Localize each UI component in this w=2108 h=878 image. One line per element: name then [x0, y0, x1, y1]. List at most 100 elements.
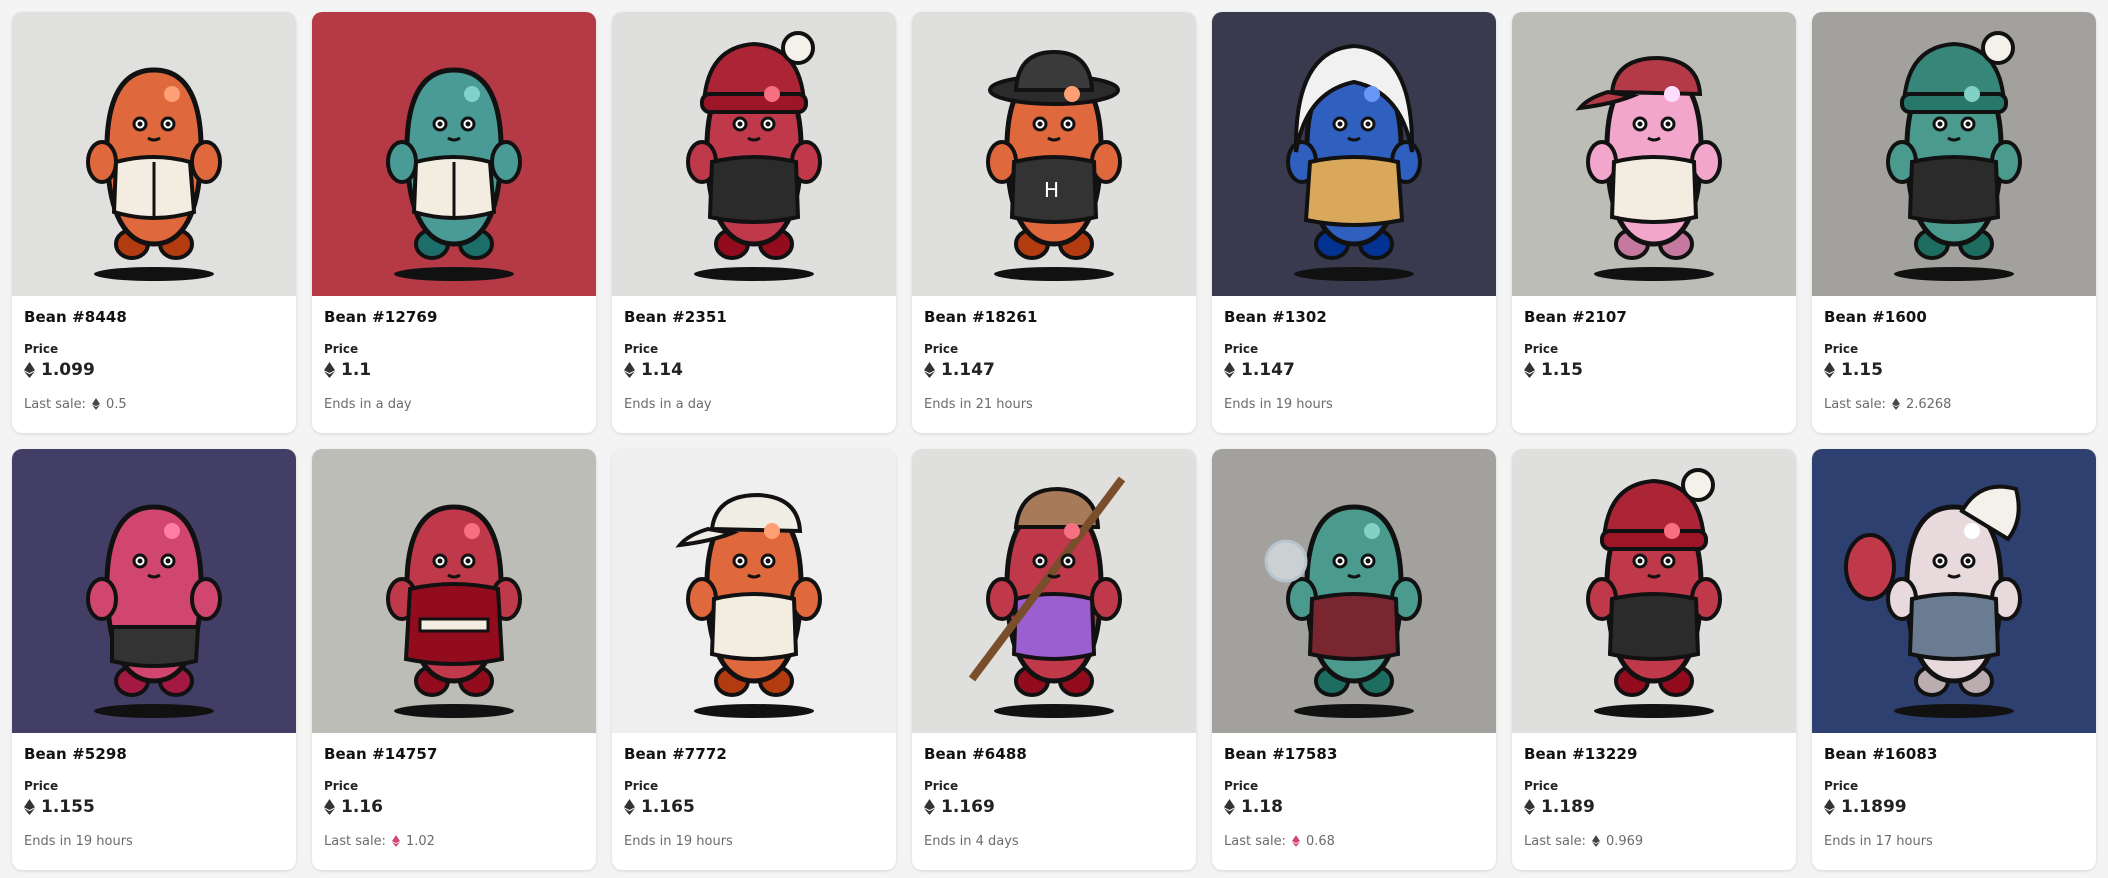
last-sale-label: Last sale: — [24, 396, 86, 412]
price-label: Price — [1224, 342, 1259, 356]
price-value: 1.147 — [1241, 360, 1295, 380]
eth-icon — [1224, 799, 1235, 815]
nft-card[interactable]: Bean #6488 Price 1.169 Ends in 4 days — [912, 449, 1196, 870]
nft-name[interactable]: Bean #2107 — [1524, 308, 1784, 328]
nft-name[interactable]: Bean #1302 — [1224, 308, 1484, 328]
price-value: 1.15 — [1541, 360, 1583, 380]
price-label: Price — [924, 342, 959, 356]
eth-icon — [1891, 398, 1900, 410]
price-label: Price — [924, 779, 959, 793]
price-label: Price — [324, 779, 359, 793]
nft-artwork[interactable] — [1512, 449, 1796, 733]
nft-card[interactable]: Bean #1600 Price 1.15 Last sale: 2.6268 — [1812, 12, 2096, 433]
svg-text:H: H — [1044, 178, 1059, 202]
nft-name[interactable]: Bean #5298 — [24, 745, 284, 765]
nft-card[interactable]: Bean #8448 Price 1.099 Last sale: 0.5 — [12, 12, 296, 433]
nft-name[interactable]: Bean #16083 — [1824, 745, 2084, 765]
card-status: Ends in 19 hours — [1224, 396, 1333, 412]
eth-icon — [1591, 835, 1600, 847]
price-value: 1.1 — [341, 360, 372, 380]
card-status: Last sale: 0.5 — [24, 395, 284, 413]
nft-artwork[interactable] — [1812, 449, 2096, 733]
nft-name[interactable]: Bean #8448 — [24, 308, 284, 328]
card-status: Ends in a day — [624, 396, 712, 412]
nft-artwork[interactable] — [1512, 12, 1796, 296]
card-status: Last sale: 1.02 — [324, 832, 584, 850]
eth-icon — [1291, 835, 1300, 847]
price-label: Price — [1224, 779, 1259, 793]
price-value: 1.155 — [41, 797, 95, 817]
nft-card[interactable]: Bean #14757 Price 1.16 Last sale: 1.02 — [312, 449, 596, 870]
price-label: Price — [1524, 779, 1559, 793]
last-sale-value: 0.969 — [1605, 833, 1644, 849]
nft-name[interactable]: Bean #2351 — [624, 308, 884, 328]
last-sale-label: Last sale: — [324, 833, 386, 849]
eth-icon — [324, 799, 335, 815]
eth-icon — [1524, 362, 1535, 378]
nft-artwork[interactable] — [312, 12, 596, 296]
nft-card[interactable]: Bean #16083 Price 1.1899 Ends in 17 hour… — [1812, 449, 2096, 870]
eth-icon — [391, 835, 400, 847]
nft-artwork[interactable] — [12, 449, 296, 733]
nft-artwork[interactable] — [612, 12, 896, 296]
nft-artwork[interactable] — [312, 449, 596, 733]
price-value: 1.18 — [1241, 797, 1283, 817]
eth-icon — [324, 362, 335, 378]
eth-icon — [1524, 799, 1535, 815]
price-label: Price — [624, 342, 659, 356]
nft-card[interactable]: Bean #1302 Price 1.147 Ends in 19 hours — [1212, 12, 1496, 433]
nft-artwork[interactable] — [12, 12, 296, 296]
nft-artwork[interactable] — [1812, 12, 2096, 296]
nft-card[interactable]: Bean #2351 Price 1.14 Ends in a day — [612, 12, 896, 433]
price-label: Price — [624, 779, 659, 793]
eth-icon — [624, 799, 635, 815]
nft-artwork[interactable] — [1212, 449, 1496, 733]
nft-name[interactable]: Bean #7772 — [624, 745, 884, 765]
price-value: 1.1899 — [1841, 797, 1907, 817]
price-value: 1.169 — [941, 797, 995, 817]
last-sale-value: 0.68 — [1305, 833, 1335, 849]
price-label: Price — [24, 342, 59, 356]
last-sale-label: Last sale: — [1224, 833, 1286, 849]
eth-icon — [1824, 799, 1835, 815]
price-value: 1.165 — [641, 797, 695, 817]
last-sale-label: Last sale: — [1524, 833, 1586, 849]
card-status: Last sale: 2.6268 — [1824, 395, 2084, 413]
nft-card[interactable]: H Bean #18261 Price 1.147 Ends in 21 hou… — [912, 12, 1196, 433]
nft-name[interactable]: Bean #18261 — [924, 308, 1184, 328]
nft-card[interactable]: Bean #5298 Price 1.155 Ends in 19 hours — [12, 449, 296, 870]
eth-icon — [924, 362, 935, 378]
price-label: Price — [24, 779, 59, 793]
nft-card[interactable]: Bean #13229 Price 1.189 Last sale: 0.969 — [1512, 449, 1796, 870]
price-value: 1.147 — [941, 360, 995, 380]
eth-icon — [624, 362, 635, 378]
nft-card[interactable]: Bean #2107 Price 1.15 — [1512, 12, 1796, 433]
nft-artwork[interactable] — [1212, 12, 1496, 296]
nft-artwork[interactable] — [612, 449, 896, 733]
card-status: Ends in 19 hours — [624, 833, 733, 849]
nft-name[interactable]: Bean #17583 — [1224, 745, 1484, 765]
nft-name[interactable]: Bean #12769 — [324, 308, 584, 328]
nft-grid: Bean #8448 Price 1.099 Last sale: 0.5 Be… — [12, 12, 2096, 870]
card-status: Ends in 21 hours — [924, 396, 1033, 412]
price-label: Price — [1524, 342, 1559, 356]
price-value: 1.189 — [1541, 797, 1595, 817]
price-value: 1.15 — [1841, 360, 1883, 380]
price-value: 1.14 — [641, 360, 683, 380]
nft-card[interactable]: Bean #17583 Price 1.18 Last sale: 0.68 — [1212, 449, 1496, 870]
nft-name[interactable]: Bean #6488 — [924, 745, 1184, 765]
card-status: Ends in 19 hours — [24, 833, 133, 849]
card-status: Ends in 4 days — [924, 833, 1019, 849]
eth-icon — [1824, 362, 1835, 378]
last-sale-value: 2.6268 — [1905, 396, 1952, 412]
nft-name[interactable]: Bean #14757 — [324, 745, 584, 765]
nft-card[interactable]: Bean #12769 Price 1.1 Ends in a day — [312, 12, 596, 433]
nft-name[interactable]: Bean #1600 — [1824, 308, 2084, 328]
nft-card[interactable]: Bean #7772 Price 1.165 Ends in 19 hours — [612, 449, 896, 870]
last-sale-value: 1.02 — [405, 833, 435, 849]
nft-artwork[interactable]: H — [912, 12, 1196, 296]
nft-name[interactable]: Bean #13229 — [1524, 745, 1784, 765]
card-status: Last sale: 0.969 — [1524, 832, 1784, 850]
nft-artwork[interactable] — [912, 449, 1196, 733]
card-status: Last sale: 0.68 — [1224, 832, 1484, 850]
